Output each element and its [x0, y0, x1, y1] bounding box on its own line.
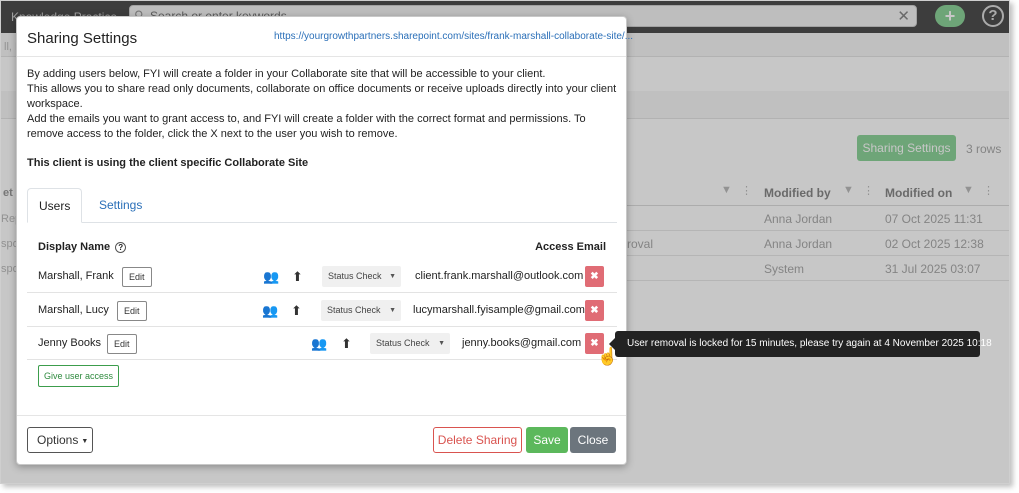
delete-sharing-button[interactable]: Delete Sharing — [433, 427, 522, 453]
status-check-label: Status Check — [376, 338, 430, 348]
upload-icon[interactable]: ⬆ — [291, 303, 302, 319]
user-email: client.frank.marshall@outlook.com — [415, 270, 584, 282]
edit-user-button[interactable]: Edit — [117, 301, 147, 321]
sharing-settings-modal: Sharing Settings https://yourgrowthpartn… — [16, 16, 633, 465]
chevron-down-icon: ▼ — [389, 307, 396, 314]
add-user-icon[interactable]: 👥 — [311, 336, 327, 352]
save-button[interactable]: Save — [526, 427, 568, 453]
modal-footer: Options ▼ Delete Sharing Save Close — [17, 415, 626, 465]
user-row: Marshall, Lucy Edit 👥 ⬆ Status Check ▼ lu… — [27, 294, 617, 327]
intro-text: By adding users below, FYI will create a… — [27, 68, 546, 80]
status-check-select[interactable]: Status Check ▼ — [321, 300, 401, 321]
user-row: Marshall, Frank Edit 👥 ⬆ Status Check ▼ c… — [27, 260, 617, 293]
add-user-icon[interactable]: 👥 — [262, 303, 278, 319]
chevron-down-icon: ▼ — [81, 438, 89, 445]
close-button[interactable]: Close — [570, 427, 616, 453]
tab-users[interactable]: Users — [27, 188, 83, 223]
intro-text: Add the emails you want to grant access … — [27, 113, 586, 140]
status-check-label: Status Check — [327, 305, 381, 315]
user-email: jenny.books@gmail.com — [462, 337, 582, 349]
remove-user-button[interactable]: ✖ — [585, 300, 604, 321]
tooltip-text: User removal is locked for 15 minutes, p… — [627, 338, 992, 349]
modal-tabs: Users Settings — [27, 188, 617, 223]
display-name-label: Display Name — [38, 241, 111, 253]
chevron-down-icon: ▼ — [438, 340, 445, 347]
user-row: Jenny Books Edit 👥 ⬆ Status Check ▼ jenny… — [27, 327, 617, 360]
hand-cursor-icon: ☝ — [597, 347, 619, 366]
upload-icon[interactable]: ⬆ — [341, 336, 352, 352]
display-name-header: Display Name ? — [38, 241, 127, 253]
status-check-select[interactable]: Status Check ▼ — [322, 266, 401, 287]
user-display-name: Jenny Books — [38, 337, 101, 349]
user-display-name: Marshall, Lucy — [38, 304, 109, 316]
screenshot-frame: Knowledge Practice ⚲ ✕ + ? ll, Fr Sharin… — [0, 0, 1010, 484]
edit-user-button[interactable]: Edit — [107, 334, 137, 354]
removal-locked-tooltip: User removal is locked for 15 minutes, p… — [609, 331, 992, 357]
collaborate-site-link[interactable]: https://yourgrowthpartners.sharepoint.co… — [274, 31, 633, 42]
status-check-label: Status Check — [328, 271, 382, 281]
chevron-down-icon: ▼ — [389, 273, 396, 280]
help-circle-icon[interactable]: ? — [115, 242, 127, 253]
modal-header: Sharing Settings https://yourgrowthpartn… — [17, 17, 633, 57]
give-user-access-button[interactable]: Give user access — [38, 365, 120, 387]
intro-text: This allows you to share read only docum… — [27, 83, 617, 110]
access-email-header: Access Email — [535, 241, 606, 253]
upload-icon[interactable]: ⬆ — [292, 269, 303, 285]
user-display-name: Marshall, Frank — [38, 270, 114, 282]
options-label: Options — [37, 433, 79, 447]
edit-user-button[interactable]: Edit — [122, 267, 152, 287]
client-site-note: This client is using the client specific… — [27, 157, 309, 169]
modal-intro: By adding users below, FYI will create a… — [27, 67, 619, 142]
options-dropdown-button[interactable]: Options ▼ — [27, 427, 93, 453]
remove-user-button[interactable]: ✖ — [585, 266, 604, 287]
status-check-select[interactable]: Status Check ▼ — [370, 333, 450, 354]
modal-title: Sharing Settings — [27, 30, 138, 47]
users-table-header: Display Name ? Access Email — [38, 241, 606, 257]
tab-settings[interactable]: Settings — [88, 188, 153, 223]
user-email: lucymarshall.fyisample@gmail.com — [413, 304, 585, 316]
add-user-icon[interactable]: 👥 — [263, 269, 279, 285]
